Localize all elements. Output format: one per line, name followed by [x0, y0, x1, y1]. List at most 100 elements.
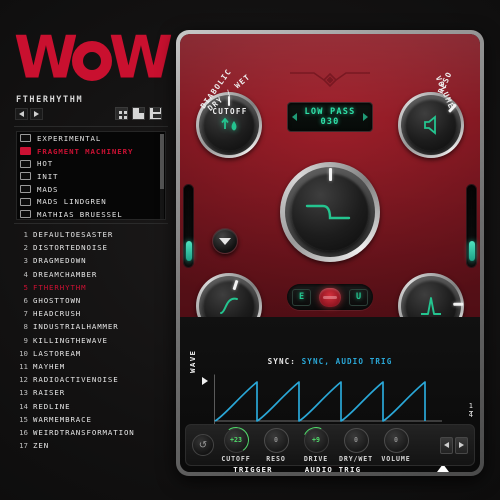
- display-next-icon[interactable]: [363, 113, 368, 121]
- list-item[interactable]: MADS: [17, 183, 165, 196]
- sound-number: 8: [23, 322, 28, 332]
- s-curve-icon: [220, 297, 238, 314]
- preset-browser: WW FTHERHYTHM EXPERIMENTAL FRAGMENT MACH…: [0, 0, 182, 500]
- cutoff-knob[interactable]: [280, 162, 380, 262]
- wave-axis-label: WAVE: [188, 349, 197, 373]
- rate-denominator: 4: [468, 411, 473, 419]
- list-item[interactable]: EXPERIMENTAL: [17, 132, 165, 145]
- bank-label: MATHIAS BRUESSEL: [37, 209, 123, 219]
- list-item[interactable]: 10 LASTOREAM: [16, 347, 174, 360]
- param-knob[interactable]: +23: [223, 427, 249, 453]
- knob-cap: [291, 173, 369, 251]
- sound-number: 6: [23, 296, 28, 306]
- param-drive[interactable]: +9 DRIVE: [296, 427, 336, 463]
- left-edge-slider[interactable]: [183, 184, 194, 268]
- sound-number: 2: [23, 243, 28, 253]
- param-reso[interactable]: 0 RESO: [256, 427, 296, 463]
- folder-icon: [20, 134, 31, 143]
- param-page-nav: [440, 436, 468, 454]
- bank-label: EXPERIMENTAL: [37, 133, 102, 143]
- chevron-left-icon: [19, 111, 24, 117]
- sound-number: 9: [23, 335, 28, 345]
- resonance-peak-icon: [421, 297, 441, 315]
- channel-left-button[interactable]: E: [292, 288, 311, 306]
- list-item[interactable]: 3 DRAGMEDOWN: [16, 254, 174, 267]
- list-item[interactable]: MADS LINDGREN: [17, 195, 165, 208]
- list-item[interactable]: 13 RAISER: [16, 386, 174, 399]
- sound-number: 1: [23, 230, 28, 240]
- list-item[interactable]: 2 DISTORTEDNOISE: [16, 241, 174, 254]
- filter-type-display[interactable]: LOW PASS 030: [287, 102, 373, 132]
- browser-divider-top: [14, 126, 168, 127]
- prev-preset-button[interactable]: [15, 108, 28, 120]
- next-preset-button[interactable]: [30, 108, 43, 120]
- knob-indicator: [328, 168, 332, 181]
- list-item[interactable]: 4 DREAMCHAMBER: [16, 268, 174, 281]
- param-volume[interactable]: 0 VOLUME: [376, 427, 416, 463]
- list-item[interactable]: 15 WARMEMBRACE: [16, 413, 174, 426]
- param-cutoff[interactable]: +23 CUTOFF: [216, 427, 256, 463]
- page-icon[interactable]: [132, 107, 145, 120]
- scrollbar[interactable]: [160, 134, 164, 219]
- param-label: RESO: [266, 454, 286, 463]
- sound-number: 12: [19, 375, 28, 385]
- mute-button[interactable]: [319, 287, 341, 307]
- folder-icon: [20, 197, 31, 206]
- list-item[interactable]: 7 HEADCRUSH: [16, 307, 174, 320]
- filter-menu-button[interactable]: [212, 228, 238, 254]
- bank-label: MADS: [37, 184, 59, 194]
- param-knob[interactable]: 0: [343, 427, 369, 453]
- list-item[interactable]: FRAGMENT MACHINERY: [17, 145, 165, 158]
- bank-list[interactable]: EXPERIMENTAL FRAGMENT MACHINERY HOT INIT…: [16, 131, 166, 220]
- sound-label: WARMEMBRACE: [33, 414, 92, 424]
- list-item[interactable]: 1 DEFAULTOESASTER: [16, 228, 174, 241]
- slider-thumb[interactable]: [186, 241, 192, 261]
- param-knob[interactable]: 0: [263, 427, 289, 453]
- current-preset-name: FTHERHYTHM: [16, 95, 84, 105]
- sound-number: 14: [19, 401, 28, 411]
- lowpass-curve-icon: [305, 204, 351, 220]
- bank-label: INIT: [37, 171, 59, 181]
- channel-right-button[interactable]: U: [349, 288, 368, 306]
- reset-button[interactable]: ↺: [192, 434, 214, 456]
- plugin-panel: LOW PASS 030 DRY / WET VOLUME CUTOFF DIA…: [176, 30, 484, 476]
- chevron-left-icon: [444, 442, 449, 448]
- right-edge-slider[interactable]: [466, 184, 477, 268]
- param-drywet[interactable]: 0 DRY/WET: [336, 427, 376, 463]
- list-item[interactable]: 14 REDLINE: [16, 399, 174, 412]
- browser-tools: [115, 107, 162, 120]
- save-icon[interactable]: [149, 107, 162, 120]
- param-knob[interactable]: +9: [303, 427, 329, 453]
- sound-label: WEIRDTRANSFORMATION: [33, 427, 135, 437]
- display-prev-icon[interactable]: [292, 113, 297, 121]
- list-item[interactable]: 9 KILLINGTHEWAVE: [16, 334, 174, 347]
- brand-emblem-icon: [290, 72, 370, 88]
- list-item[interactable]: 17 ZEN: [16, 439, 174, 452]
- sound-label: FTHERHYTHM: [33, 282, 87, 292]
- grid-view-icon[interactable]: [115, 107, 128, 120]
- wave-axis-marker-icon: [202, 377, 208, 385]
- folder-icon: [20, 172, 31, 181]
- slider-thumb[interactable]: [469, 241, 475, 261]
- list-item[interactable]: 12 RADIOACTIVENOISE: [16, 373, 174, 386]
- browser-divider-bottom: [14, 223, 168, 224]
- list-item[interactable]: 8 INDUSTRIALHAMMER: [16, 320, 174, 333]
- sound-list[interactable]: 1 DEFAULTOESASTER 2 DISTORTEDNOISE 3 DRAGME…: [16, 228, 174, 452]
- sound-number: 10: [19, 348, 28, 358]
- list-item[interactable]: 6 GHOSTTOWN: [16, 294, 174, 307]
- param-next-button[interactable]: [455, 436, 468, 454]
- param-knob[interactable]: 0: [383, 427, 409, 453]
- logo-w1: W: [14, 23, 78, 91]
- list-item[interactable]: INIT: [17, 170, 165, 183]
- bank-label: FRAGMENT MACHINERY: [37, 146, 134, 156]
- folder-icon: [20, 147, 31, 156]
- list-item[interactable]: 11 MAYHEM: [16, 360, 174, 373]
- list-item[interactable]: HOT: [17, 157, 165, 170]
- list-item-selected[interactable]: 5 FTHERHYTHM: [16, 281, 174, 294]
- plugin-lower-face: SYNC: SYNC, AUDIO TRIG WAVE 1 4 TRIGGER …: [180, 317, 480, 472]
- list-item[interactable]: 16 WEIRDTRANSFORMATION: [16, 426, 174, 439]
- param-label: VOLUME: [381, 454, 411, 463]
- folder-icon: [20, 185, 31, 194]
- list-item[interactable]: MATHIAS BRUESSEL: [17, 208, 165, 219]
- param-prev-button[interactable]: [440, 436, 453, 454]
